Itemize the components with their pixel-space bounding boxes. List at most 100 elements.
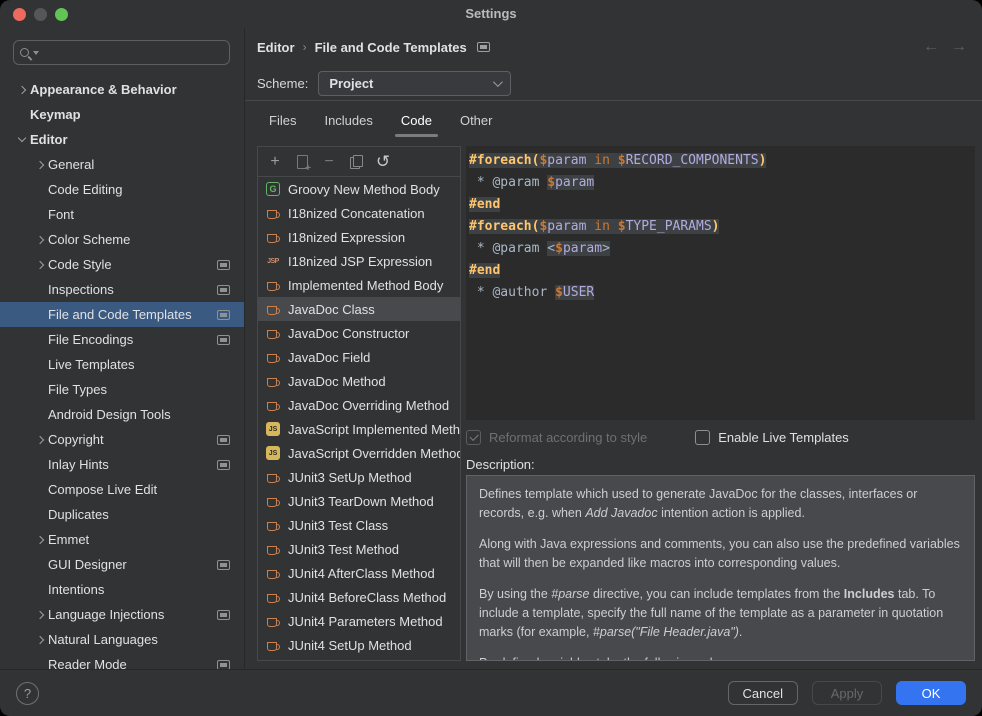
sidebar-item-label: Keymap [30,107,81,122]
template-item-junit3-teardown-method[interactable]: JUnit3 TearDown Method [258,489,460,513]
sidebar-item-live-templates[interactable]: Live Templates [0,352,244,377]
ok-button[interactable]: OK [896,681,966,705]
template-item-i18nized-jsp-expression[interactable]: JSPI18nized JSP Expression [258,249,460,273]
code-token: > [602,241,610,256]
sidebar-item-emmet[interactable]: Emmet [0,527,244,552]
reformat-checkbox[interactable] [466,430,481,445]
search-icon [20,48,29,57]
template-item-junit4-beforeclass-method[interactable]: JUnit4 BeforeClass Method [258,585,460,609]
template-item-javascript-implemented-method-body[interactable]: JSJavaScript Implemented Method Body [258,417,460,441]
apply-button[interactable]: Apply [812,681,882,705]
breadcrumb-editor[interactable]: Editor [257,40,295,55]
sidebar-item-reader-mode[interactable]: Reader Mode [0,652,244,669]
sidebar-item-file-and-code-templates[interactable]: File and Code Templates [0,302,244,327]
template-item-label: JavaDoc Overriding Method [288,398,449,413]
sidebar-item-appearance-behavior[interactable]: Appearance & Behavior [0,77,244,102]
sidebar-item-copyright[interactable]: Copyright [0,427,244,452]
search-input[interactable] [42,45,223,60]
live-templates-checkbox[interactable] [695,430,710,445]
search-box[interactable] [13,40,230,65]
code-token: ) [712,219,720,234]
add-icon[interactable] [266,153,284,171]
chevron-right-icon[interactable] [32,532,48,548]
search-history-caret-icon[interactable] [33,51,39,55]
template-item-junit3-setup-method[interactable]: JUnit3 SetUp Method [258,465,460,489]
template-item-junit4-setup-method[interactable]: JUnit4 SetUp Method [258,633,460,657]
template-item-i18nized-concatenation[interactable]: I18nized Concatenation [258,201,460,225]
reformat-checkbox-group[interactable]: Reformat according to style [466,430,647,445]
template-item-i18nized-expression[interactable]: I18nized Expression [258,225,460,249]
chevron-right-icon[interactable] [32,607,48,623]
code-token: USER [563,285,594,300]
template-item-javadoc-method[interactable]: JavaDoc Method [258,369,460,393]
tab-code[interactable]: Code [401,101,432,139]
code-token: ) [759,153,767,168]
template-code-editor[interactable]: #foreach($param in $RECORD_COMPONENTS) *… [466,146,975,420]
template-item-junit3-test-class[interactable]: JUnit3 Test Class [258,513,460,537]
sidebar-item-gui-designer[interactable]: GUI Designer [0,552,244,577]
chevron-right-icon[interactable] [32,257,48,273]
template-item-javadoc-overriding-method[interactable]: JavaDoc Overriding Method [258,393,460,417]
template-item-javascript-overridden-method-body[interactable]: JSJavaScript Overridden Method Body [258,441,460,465]
forward-arrow-icon[interactable]: → [951,38,967,56]
sidebar-item-code-editing[interactable]: Code Editing [0,177,244,202]
sidebar-item-inspections[interactable]: Inspections [0,277,244,302]
code-line: #foreach($param in $RECORD_COMPONENTS) [469,150,975,172]
description-pane[interactable]: Defines template which used to generate … [466,475,975,661]
sidebar-item-compose-live-edit[interactable]: Compose Live Edit [0,477,244,502]
copy-icon[interactable] [347,153,365,171]
description-paragraph: Defines template which used to generate … [479,485,962,523]
sidebar-item-label: Language Injections [48,607,164,622]
sidebar-item-file-encodings[interactable]: File Encodings [0,327,244,352]
template-item-javadoc-constructor[interactable]: JavaDoc Constructor [258,321,460,345]
tab-includes[interactable]: Includes [324,101,372,139]
chevron-down-icon[interactable] [14,132,30,148]
code-token: #end [469,197,500,212]
sidebar-item-keymap[interactable]: Keymap [0,102,244,127]
sidebar-item-editor[interactable]: Editor [0,127,244,152]
code-token: < [547,241,555,256]
cancel-button[interactable]: Cancel [728,681,798,705]
code-token: param [563,241,602,256]
sidebar-item-android-design-tools[interactable]: Android Design Tools [0,402,244,427]
reset-icon[interactable] [374,153,392,171]
sidebar-item-color-scheme[interactable]: Color Scheme [0,227,244,252]
template-item-junit4-parameters-method[interactable]: JUnit4 Parameters Method [258,609,460,633]
template-item-groovy-new-method-body[interactable]: GGroovy New Method Body [258,177,460,201]
chevron-right-icon[interactable] [14,82,30,98]
sidebar-item-file-types[interactable]: File Types [0,377,244,402]
sidebar-item-font[interactable]: Font [0,202,244,227]
code-token: #end [469,263,500,278]
settings-tree: Appearance & Behavior Keymap EditorGeneral… [0,75,244,669]
sidebar-item-code-style[interactable]: Code Style [0,252,244,277]
sidebar-item-natural-languages[interactable]: Natural Languages [0,627,244,652]
template-item-javadoc-class[interactable]: JavaDoc Class [258,297,460,321]
help-button[interactable]: ? [16,682,39,705]
chevron-spacer [32,207,48,223]
scheme-select[interactable]: Project [318,71,511,96]
chevron-right-icon[interactable] [32,157,48,173]
chevron-right-icon[interactable] [32,432,48,448]
tab-files[interactable]: Files [269,101,296,139]
chevron-spacer [32,332,48,348]
template-item-javadoc-field[interactable]: JavaDoc Field [258,345,460,369]
sidebar-item-general[interactable]: General [0,152,244,177]
back-arrow-icon[interactable]: ← [923,38,939,56]
remove-icon[interactable] [320,153,338,171]
chevron-right-icon[interactable] [32,632,48,648]
template-item-junit4-afterclass-method[interactable]: JUnit4 AfterClass Method [258,561,460,585]
template-item-implemented-method-body[interactable]: Implemented Method Body [258,273,460,297]
tab-other[interactable]: Other [460,101,493,139]
chevron-right-icon[interactable] [32,232,48,248]
duplicate-icon[interactable] [293,153,311,171]
live-templates-checkbox-group[interactable]: Enable Live Templates [695,430,849,445]
sidebar-item-intentions[interactable]: Intentions [0,577,244,602]
template-item-junit3-test-method[interactable]: JUnit3 Test Method [258,537,460,561]
sidebar-item-language-injections[interactable]: Language Injections [0,602,244,627]
sidebar-item-inlay-hints[interactable]: Inlay Hints [0,452,244,477]
sidebar-item-duplicates[interactable]: Duplicates [0,502,244,527]
screen-icon [217,460,230,470]
sidebar-item-label: Appearance & Behavior [30,82,177,97]
breadcrumb-file-and-code-templates: File and Code Templates [315,40,467,55]
settings-sidebar: Appearance & Behavior Keymap EditorGeneral… [0,28,245,669]
